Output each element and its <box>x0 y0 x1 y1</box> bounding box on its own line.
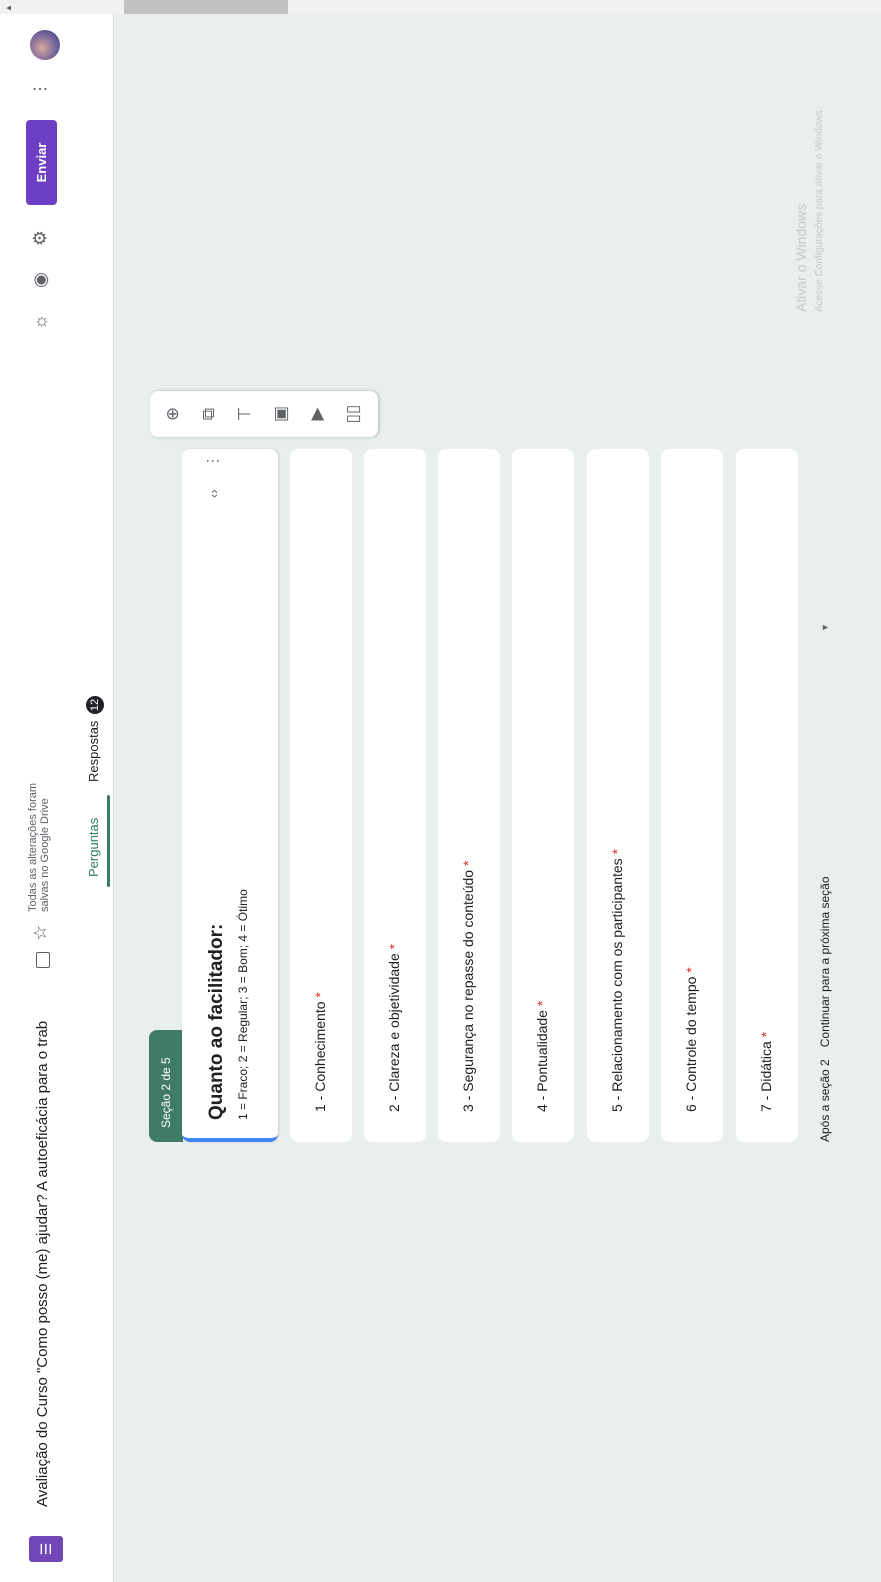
question-label: 6 - Controle do tempo * <box>683 967 699 1112</box>
more-vert-icon[interactable]: ⋮ <box>30 81 50 97</box>
send-button[interactable]: Enviar <box>26 120 57 205</box>
question-card[interactable]: 6 - Controle do tempo * <box>661 449 723 1142</box>
question-text: 6 - Controle do tempo <box>683 976 699 1112</box>
forms-editor: ☰ Avaliação do Curso "Como posso (me) aj… <box>0 0 881 1582</box>
question-label: 4 - Pontualidade * <box>534 1001 550 1112</box>
floating-toolbar: ⊕ ⧉ ⊤ ▣ ▶ ▯▯ <box>150 391 378 437</box>
scroll-arrow-icon[interactable]: ▲ <box>4 4 13 12</box>
question-text: 5 - Relacionamento com os participantes <box>609 858 625 1112</box>
add-image-icon[interactable]: ▣ <box>270 403 292 425</box>
after-section-label: Após a seção 2 <box>818 1059 832 1142</box>
star-icon[interactable]: ☆ <box>30 925 51 941</box>
palette-icon[interactable]: ☼ <box>30 312 50 332</box>
app-header: ☰ Avaliação do Curso "Como posso (me) aj… <box>0 0 114 1582</box>
eye-icon[interactable]: ◉ <box>30 270 50 290</box>
question-card[interactable]: 3 - Segurança no repasse do conteúdo * <box>438 449 500 1142</box>
required-marker: * <box>534 1000 550 1007</box>
forms-logo-icon[interactable]: ☰ <box>29 1536 63 1562</box>
folder-icon[interactable] <box>36 952 50 968</box>
question-label: 1 - Conhecimento * <box>312 992 328 1112</box>
section-more-icon[interactable]: ⋮ <box>204 454 221 468</box>
required-marker: * <box>758 1031 774 1038</box>
import-questions-icon[interactable]: ⧉ <box>198 403 220 425</box>
question-label: 3 - Segurança no repasse do conteúdo * <box>460 861 476 1112</box>
question-label: 7 - Didática * <box>758 1032 774 1112</box>
question-label: 2 - Clareza e objetividade * <box>386 944 402 1112</box>
question-text: 2 - Clareza e objetividade <box>386 953 402 1112</box>
add-title-icon[interactable]: ⊤ <box>234 403 256 425</box>
document-title[interactable]: Avaliação do Curso "Como posso (me) ajud… <box>34 987 51 1507</box>
dropdown-arrow-icon[interactable]: ▼ <box>820 623 830 632</box>
add-video-icon[interactable]: ▶ <box>306 403 328 425</box>
add-section-icon[interactable]: ▯▯ <box>342 403 364 425</box>
required-marker: * <box>683 967 699 973</box>
section-description[interactable]: 1 = Fraco; 2 = Regular; 3 = Bom; 4 = Óti… <box>236 889 250 1120</box>
question-card[interactable]: 7 - Didática * <box>736 449 798 1142</box>
question-card[interactable]: 4 - Pontualidade * <box>512 449 574 1142</box>
save-status: Todas as alterações foram salvas no Goog… <box>27 782 51 912</box>
windows-activation-hint: Acesse Configurações para ativar o Windo… <box>814 107 825 312</box>
question-card[interactable]: 1 - Conhecimento * <box>290 449 352 1142</box>
required-marker: * <box>609 848 625 855</box>
after-section-navigation: Após a seção 2 Continuar para a próxima s… <box>818 877 832 1143</box>
question-label: 5 - Relacionamento com os participantes … <box>609 849 625 1112</box>
question-text: 1 - Conhecimento <box>312 1001 328 1112</box>
required-marker: * <box>312 992 328 998</box>
required-marker: * <box>460 860 476 867</box>
windows-activation-watermark: Ativar o Windows <box>793 203 809 312</box>
question-text: 4 - Pontualidade <box>534 1010 550 1112</box>
add-question-icon[interactable]: ⊕ <box>162 403 184 425</box>
tab-respostas[interactable]: Respostas <box>86 721 101 782</box>
section-header-card[interactable]: Quanto ao facilitador: 1 = Fraco; 2 = Re… <box>182 449 278 1142</box>
required-marker: * <box>386 943 402 950</box>
tab-perguntas[interactable]: Perguntas <box>86 818 101 877</box>
section-title[interactable]: Quanto ao facilitador: <box>206 924 228 1120</box>
avatar[interactable] <box>30 30 60 60</box>
question-text: 3 - Segurança no repasse do conteúdo <box>460 869 476 1112</box>
active-tab-indicator <box>107 795 110 887</box>
question-text: 7 - Didática <box>758 1041 774 1112</box>
collapse-icon[interactable]: ‹› <box>206 489 221 498</box>
question-card[interactable]: 5 - Relacionamento com os participantes … <box>587 449 649 1142</box>
question-card[interactable]: 2 - Clareza e objetividade * <box>364 449 426 1142</box>
responses-count-badge: 12 <box>86 696 104 714</box>
gear-icon[interactable]: ⚙ <box>30 228 50 248</box>
scrollbar-thumb[interactable] <box>124 0 288 14</box>
after-section-select[interactable]: Continuar para a próxima seção <box>818 877 832 1048</box>
section-indicator: Seção 2 de 5 <box>149 1030 183 1142</box>
